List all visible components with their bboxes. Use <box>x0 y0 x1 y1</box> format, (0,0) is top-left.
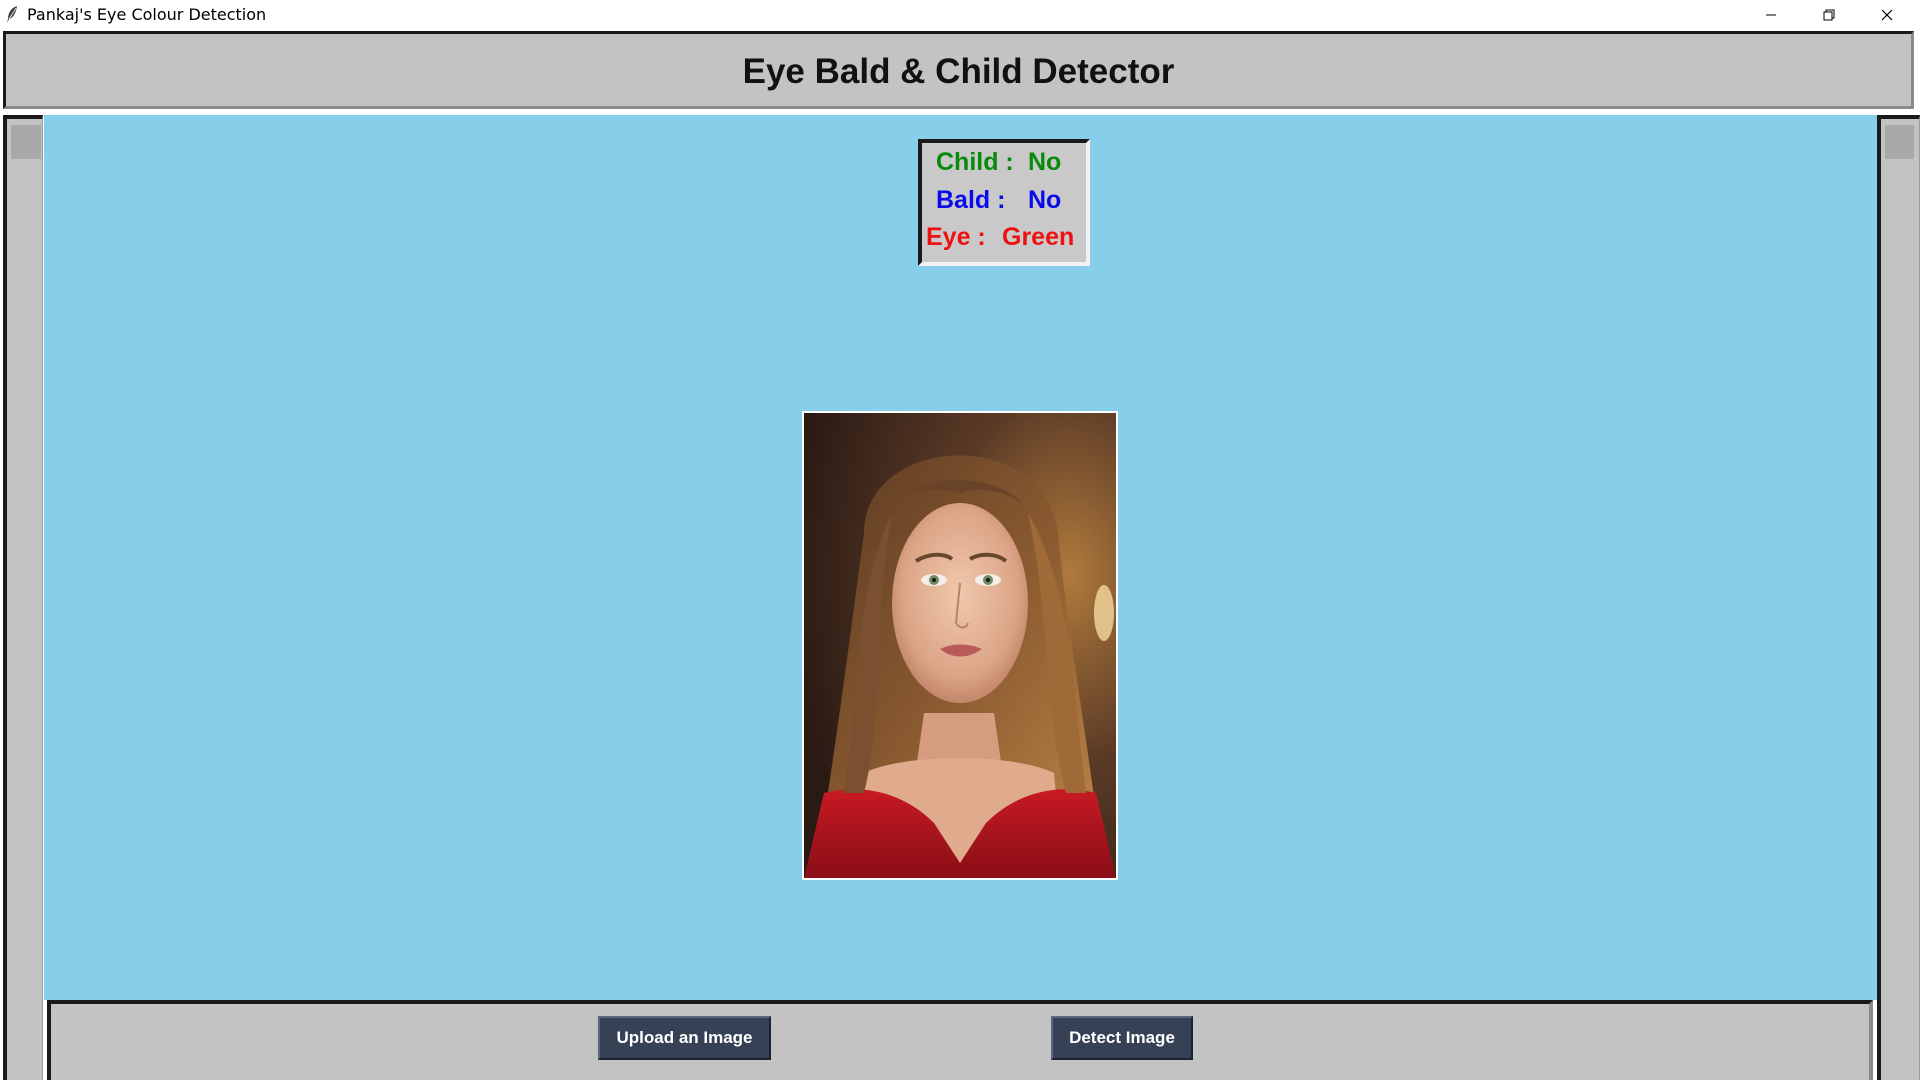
restore-icon <box>1823 9 1835 21</box>
child-label: Child : <box>936 148 1014 176</box>
page-title: Eye Bald & Child Detector <box>742 52 1175 91</box>
detect-image-button[interactable]: Detect Image <box>1051 1016 1193 1060</box>
child-result: Child : No <box>922 146 1086 178</box>
feather-icon <box>5 5 19 24</box>
bald-label: Bald : <box>936 186 1006 214</box>
minimize-button[interactable] <box>1742 0 1800 29</box>
eye-value: Green <box>1002 223 1075 251</box>
title-bar[interactable]: Pankaj's Eye Colour Detection <box>0 0 1920 29</box>
close-icon <box>1881 9 1893 21</box>
minimize-icon <box>1765 9 1777 21</box>
bald-result: Bald : No <box>922 184 1086 216</box>
main-canvas: Child : No Bald : No Eye : Green <box>44 115 1877 1000</box>
app-window: Pankaj's Eye Colour Detection Eye Bald &… <box>0 0 1920 1080</box>
right-scrollbar[interactable] <box>1877 115 1920 1080</box>
upload-image-button[interactable]: Upload an Image <box>598 1016 771 1060</box>
right-scrollbar-thumb[interactable] <box>1885 125 1914 159</box>
close-button[interactable] <box>1858 0 1916 29</box>
restore-button[interactable] <box>1800 0 1858 29</box>
left-scrollbar-thumb[interactable] <box>11 125 41 159</box>
bald-value: No <box>1028 186 1062 214</box>
eye-label: Eye : <box>926 223 986 251</box>
child-value: No <box>1028 148 1062 176</box>
uploaded-photo <box>802 411 1118 880</box>
header-frame: Eye Bald & Child Detector <box>3 31 1914 109</box>
left-scrollbar[interactable] <box>3 115 43 1080</box>
eye-result: Eye : Green <box>922 221 1086 253</box>
window-title: Pankaj's Eye Colour Detection <box>27 5 267 24</box>
bottom-button-bar: Upload an Image Detect Image <box>47 1000 1873 1080</box>
result-panel: Child : No Bald : No Eye : Green <box>918 139 1090 266</box>
